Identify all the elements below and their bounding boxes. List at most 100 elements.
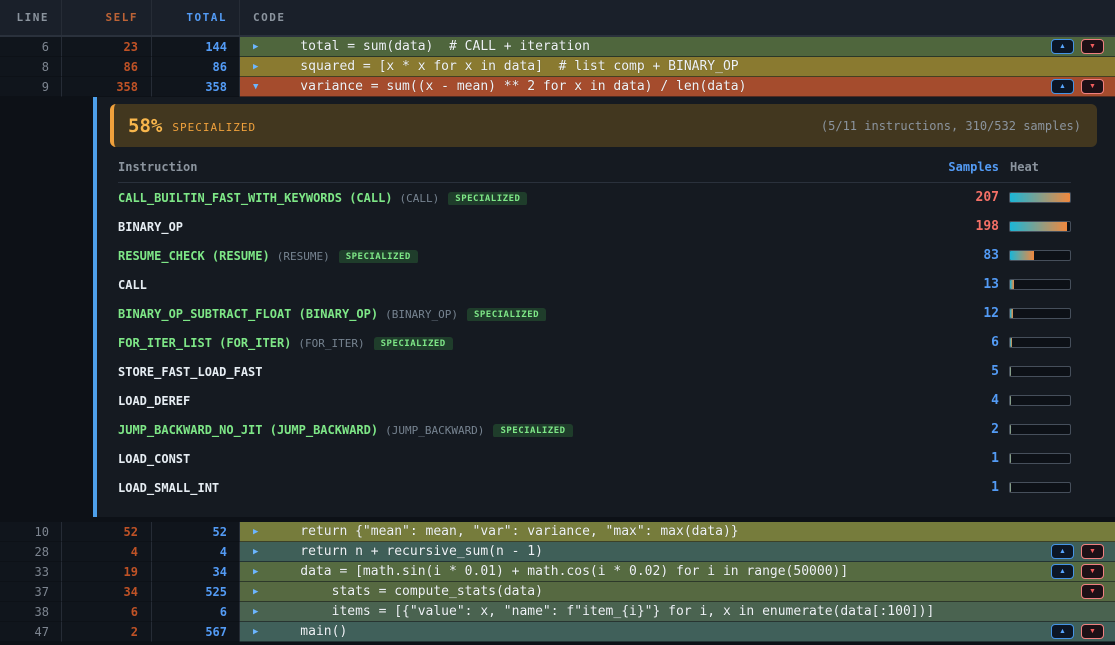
line-number-cell: 47 [0,622,62,642]
self-samples-cell: 2 [62,622,152,642]
column-header-code: CODE [240,0,1115,35]
instruction-base-name: (RESUME) [277,250,330,263]
line-number-cell: 37 [0,582,62,602]
code-cell: ▶ main() ▲ ▼ [240,622,1115,642]
nav-up-button[interactable]: ▲ [1051,564,1074,579]
code-row-line-38[interactable]: 3866▶ items = [{"value": x, "name": f"it… [0,602,1115,622]
instruction-rows: CALL_BUILTIN_FAST_WITH_KEYWORDS (CALL)(C… [118,183,1071,502]
instruction-row: FOR_ITER_LIST (FOR_ITER)(FOR_ITER)SPECIA… [118,328,1071,357]
nav-down-button[interactable]: ▼ [1081,564,1104,579]
code-row-line-6[interactable]: 623144 ▶ total = sum(data) # CALL + itera… [0,37,1115,57]
total-samples-cell: 567 [152,622,240,642]
heat-column-header: Heat [1009,160,1071,174]
total-samples-cell: 4 [152,542,240,562]
instruction-row: BINARY_OP198 [118,212,1071,241]
expand-icon[interactable]: ▶ [253,587,269,597]
code-row-line-9[interactable]: 9358358▼ variance = sum((x - mean) ** 2 … [0,77,1115,97]
total-samples-cell: 144 [152,37,240,57]
code-text: main() [269,624,347,639]
row-nav-buttons: ▲▼ [1051,39,1115,54]
instruction-samples: 12 [939,306,999,321]
code-row-line-33[interactable]: 331934▶ data = [math.sin(i * 0.01) + mat… [0,562,1115,582]
expand-icon[interactable]: ▶ [253,627,269,637]
line-number-cell: 6 [0,37,62,57]
code-table-top: 623144 ▶ total = sum(data) # CALL + itera… [0,37,1115,97]
specialized-badge: SPECIALIZED [339,250,418,263]
self-samples-cell: 6 [62,602,152,622]
detail-gutter [0,97,93,517]
nav-up-button[interactable]: ▲ [1051,79,1074,94]
expand-icon[interactable]: ▶ [253,547,269,557]
instruction-name: CALL_BUILTIN_FAST_WITH_KEYWORDS (CALL)(C… [118,191,939,205]
instruction-row: LOAD_CONST1 [118,444,1071,473]
instruction-samples: 1 [939,480,999,495]
nav-down-button[interactable]: ▼ [1081,39,1104,54]
code-text: total = sum(data) # CALL + iteration [269,39,590,54]
self-samples-cell: 52 [62,522,152,542]
row-nav-buttons: ▲▼ [1051,79,1115,94]
instruction-samples: 5 [939,364,999,379]
heat-bar [1009,279,1071,290]
self-samples-cell: 23 [62,37,152,57]
heat-bar-fill [1010,193,1070,202]
code-cell: ▶ return n + recursive_sum(n - 1) ▲ ▼ [240,542,1115,562]
instruction-name: BINARY_OP_SUBTRACT_FLOAT (BINARY_OP)(BIN… [118,307,939,321]
nav-down-button[interactable]: ▼ [1081,584,1104,599]
nav-up-button[interactable]: ▲ [1051,39,1074,54]
nav-up-button[interactable]: ▲ [1051,544,1074,559]
instruction-base-name: (CALL) [400,192,440,205]
specialized-badge: SPECIALIZED [374,337,453,350]
self-samples-cell: 34 [62,582,152,602]
profiler-app: LINE SELF TOTAL CODE 623144▶ total = sum… [0,0,1115,642]
code-row-line-8[interactable]: 88686▶ squared = [x * x for x in data] #… [0,57,1115,77]
instruction-samples: 2 [939,422,999,437]
expand-icon[interactable]: ▶ [253,527,269,537]
code-row-line-47[interactable]: 472567 ▶ main() ▲ ▼ [0,622,1115,642]
instruction-row: CALL13 [118,270,1071,299]
instruction-base-name: (BINARY_OP) [385,308,458,321]
expand-icon[interactable]: ▶ [253,607,269,617]
line-detail-section: 58% SPECIALIZED (5/11 instructions, 310/… [0,97,1115,522]
total-samples-cell: 358 [152,77,240,97]
heat-bar [1009,482,1071,493]
heat-bar [1009,250,1071,261]
instruction-name: STORE_FAST_LOAD_FAST [118,365,939,379]
total-samples-cell: 6 [152,602,240,622]
code-text: stats = compute_stats(data) [269,584,543,599]
samples-column-header: Samples [939,160,999,174]
line-number-cell: 10 [0,522,62,542]
specialization-banner: 58% SPECIALIZED (5/11 instructions, 310/… [110,104,1097,147]
code-text: data = [math.sin(i * 0.01) + math.cos(i … [269,564,848,579]
nav-up-button[interactable]: ▲ [1051,624,1074,639]
specialized-label: SPECIALIZED [172,121,256,134]
instruction-samples: 1 [939,451,999,466]
instruction-base-name: (JUMP_BACKWARD) [385,424,484,437]
nav-down-button[interactable]: ▼ [1081,624,1104,639]
code-cell: ▶ stats = compute_stats(data) ▼ [240,582,1115,602]
heat-bar [1009,453,1071,464]
code-cell: ▼ variance = sum((x - mean) ** 2 for x i… [240,77,1115,97]
expand-icon[interactable]: ▶ [253,567,269,577]
heat-bar-fill [1010,425,1011,434]
code-row-line-37[interactable]: 3734525▶ stats = compute_stats(data)▼ [0,582,1115,602]
code-row-line-10[interactable]: 105252▶ return {"mean": mean, "var": var… [0,522,1115,542]
total-samples-cell: 52 [152,522,240,542]
code-text: variance = sum((x - mean) ** 2 for x in … [269,79,746,94]
line-number-cell: 33 [0,562,62,582]
specialized-detail: (5/11 instructions, 310/532 samples) [821,119,1081,133]
nav-down-button[interactable]: ▼ [1081,79,1104,94]
expand-icon[interactable]: ▶ [253,62,269,72]
instruction-base-name: (FOR_ITER) [298,337,364,350]
code-row-line-28[interactable]: 2844▶ return n + recursive_sum(n - 1)▲▼ [0,542,1115,562]
heat-bar [1009,221,1071,232]
code-text: return n + recursive_sum(n - 1) [269,544,543,559]
instruction-name: JUMP_BACKWARD_NO_JIT (JUMP_BACKWARD)(JUM… [118,423,939,437]
instruction-name: RESUME_CHECK (RESUME)(RESUME)SPECIALIZED [118,249,939,263]
heat-bar [1009,337,1071,348]
nav-down-button[interactable]: ▼ [1081,544,1104,559]
code-cell: ▶ data = [math.sin(i * 0.01) + math.cos(… [240,562,1115,582]
instruction-samples: 198 [939,219,999,234]
collapse-icon[interactable]: ▼ [253,82,269,92]
instruction-samples: 13 [939,277,999,292]
expand-icon[interactable]: ▶ [253,42,269,52]
